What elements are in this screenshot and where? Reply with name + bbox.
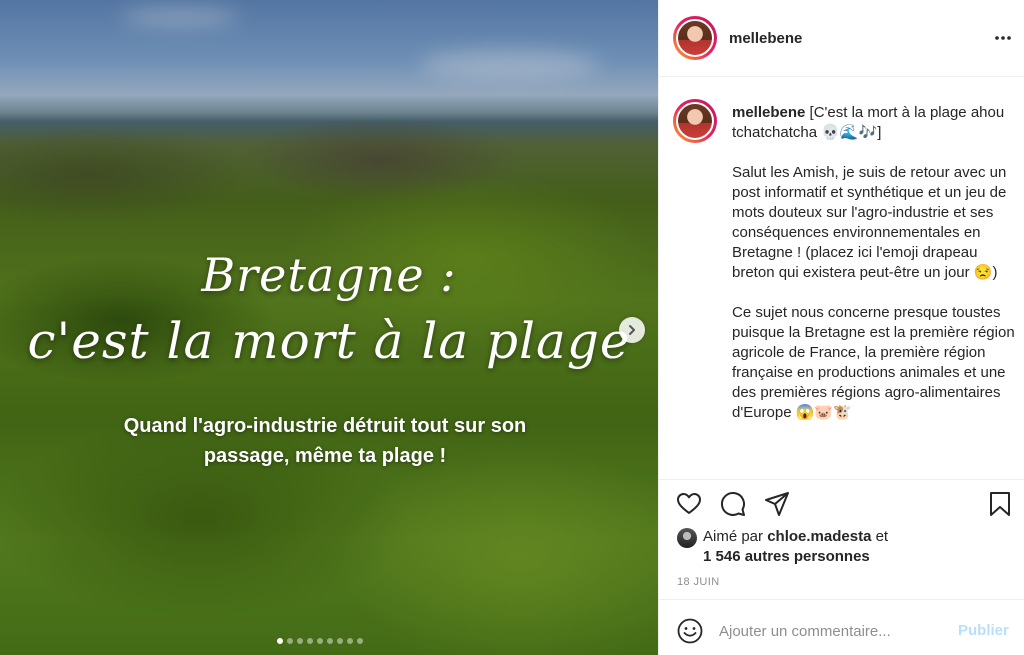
comment-bar: Publier: [659, 599, 1024, 655]
comment-icon[interactable]: [719, 490, 747, 518]
carousel-dot: [287, 638, 293, 644]
liked-by-prefix: Aimé par: [703, 528, 764, 545]
next-slide-button[interactable]: [619, 317, 645, 343]
liker-avatar[interactable]: [677, 528, 697, 548]
slide-subtitle-line2: passage, même ta plage !: [203, 445, 447, 467]
liked-by-suffix: et: [875, 528, 889, 545]
post-header: mellebene: [659, 0, 1024, 77]
heart-icon[interactable]: [675, 490, 703, 518]
more-options-icon[interactable]: [993, 30, 1013, 46]
caption-text-3: Ce sujet nous concerne presque toustes p…: [732, 304, 1015, 421]
carousel-dot: [347, 638, 353, 644]
caption-avatar[interactable]: [673, 99, 717, 143]
post-caption: mellebene [C'est la mort à la plage ahou…: [732, 103, 1017, 443]
carousel-dot: [317, 638, 323, 644]
slide-title-line2: c'est la mort à la plage: [27, 312, 631, 370]
slide-subtitle-line1: Quand l'agro-industrie détruit tout sur …: [123, 415, 527, 437]
carousel-dot: [277, 638, 283, 644]
carousel-dot: [327, 638, 333, 644]
post-actions: Aimé par chloe.madesta et 1 546 autres p…: [659, 479, 1024, 599]
caption-username[interactable]: mellebene: [732, 104, 805, 121]
chevron-right-icon: [629, 325, 635, 335]
post-date[interactable]: 18 JUIN: [677, 576, 720, 588]
carousel-dot: [357, 638, 363, 644]
comment-input[interactable]: [719, 618, 939, 644]
carousel-dot: [297, 638, 303, 644]
smiley-icon[interactable]: [677, 618, 703, 644]
publish-button[interactable]: Publier: [958, 622, 1009, 639]
likes-count[interactable]: 1 546 autres personnes: [703, 547, 870, 567]
carousel-dot: [307, 638, 313, 644]
bookmark-icon[interactable]: [986, 490, 1014, 518]
slide-title-line1: Bretagne :: [201, 248, 457, 302]
carousel-indicator: [277, 638, 363, 644]
post-media[interactable]: Bretagne : c'est la mort à la plage Quan…: [0, 0, 658, 655]
author-username[interactable]: mellebene: [729, 30, 802, 47]
caption-area: mellebene [C'est la mort à la plage ahou…: [659, 77, 1024, 479]
post-side-panel: mellebene mellebene [C'est la mort à la …: [658, 0, 1024, 655]
share-icon[interactable]: [763, 490, 791, 518]
author-avatar[interactable]: [673, 16, 717, 60]
caption-text-2: Salut les Amish, je suis de retour avec …: [732, 164, 1007, 281]
carousel-dot: [337, 638, 343, 644]
liked-by-user[interactable]: chloe.madesta: [767, 528, 871, 545]
